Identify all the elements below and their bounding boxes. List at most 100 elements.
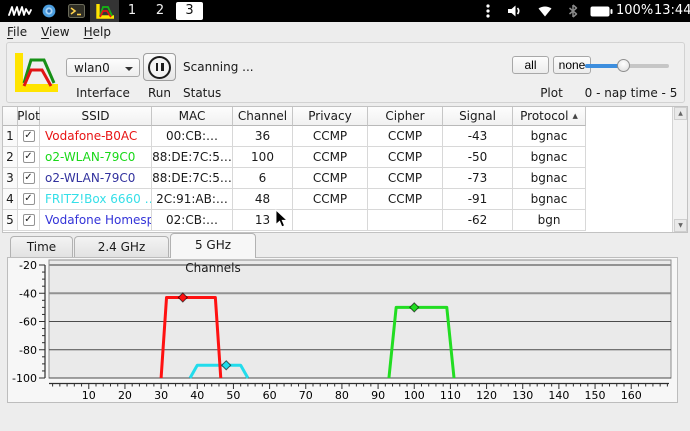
cell-signal: -50 [443,147,513,168]
pause-icon [148,55,171,79]
status-bar: 1 2 3 100% 13:44 [0,0,690,22]
cell-ssid: Vodafone Homespot [40,210,152,231]
cell-num: 4 [3,189,18,210]
cell-mac: 00:CB:… [152,126,233,147]
cell-channel: 48 [233,189,293,210]
plot-checkbox[interactable]: ✓ [22,151,35,163]
cell-plot[interactable]: ✓ [18,126,40,147]
scroll-down-button[interactable]: ▼ [674,219,687,232]
mouse-cursor [275,209,288,228]
svg-text:60: 60 [263,389,277,402]
table-grid: Plot SSID MAC Channel Privacy Cipher Signal Pro… [3,107,586,231]
cell-mac: 2C:91:AB:… [152,189,233,210]
table-row[interactable]: 1 ✓ Vodafone-B0AC 00:CB:… 36 CCMP CCMP -43 bgnac [3,126,586,147]
scroll-up-button[interactable]: ▲ [674,107,687,120]
toolbar-groupbox: wlan0 Interface Run Scanning ... Status … [6,42,685,103]
plot-all-button[interactable]: all [512,56,549,74]
svg-text:70: 70 [299,389,313,402]
header-channel[interactable]: Channel [233,107,293,126]
table-scrollbar[interactable]: ▲ ▼ [672,107,687,232]
cell-ssid: Vodafone-B0AC [40,126,152,147]
cell-plot[interactable]: ✓ [18,189,40,210]
table-row[interactable]: 5✓Vodafone Homespot02:CB:…13-62bgn [3,210,586,231]
menu-view[interactable]: View [34,22,76,42]
chevron-down-icon [125,67,133,71]
channels-plot: 10 20 30 40 50 60 70 80 90 100 110 120 130 140 150 160 -… [12,259,672,402]
wifi-icon[interactable] [538,6,552,17]
cell-plot[interactable]: ✓ [18,168,40,189]
svg-text:-80: -80 [19,344,37,357]
cell-num: 3 [3,168,18,189]
cell-channel: 100 [233,147,293,168]
run-label: Run [147,86,171,100]
cell-cipher: CCMP [368,168,443,189]
menu-help[interactable]: Help [77,22,118,42]
battery-icon[interactable] [590,6,613,17]
svg-text:130: 130 [512,389,533,402]
network-table: Plot SSID MAC Channel Privacy Cipher Signal Pro… [2,106,688,233]
svg-text:90: 90 [371,389,385,402]
cell-mac: 88:DE:7C:5… [152,168,233,189]
header-ssid[interactable]: SSID [40,107,152,126]
header-cipher[interactable]: Cipher [368,107,443,126]
plot-checkbox[interactable]: ✓ [22,172,35,184]
cell-num: 5 [3,210,18,231]
cell-ssid: o2-WLAN-79C0 [40,168,152,189]
plot-checkbox[interactable]: ✓ [22,214,35,226]
cell-channel: 6 [233,168,293,189]
workspace-2[interactable]: 2 [152,0,168,22]
browser-icon[interactable] [42,4,56,18]
workspace-1[interactable]: 1 [124,0,140,22]
header-signal[interactable]: Signal [443,107,513,126]
naptime-label: 0 - nap time - 5 [584,86,678,100]
header-corner [3,107,18,126]
header-protocol[interactable]: Protocol ▲ [513,107,586,126]
bluetooth-disabled-icon[interactable] [567,4,579,18]
cell-signal: -43 [443,126,513,147]
linssid-app-icon [95,3,114,19]
cell-cipher: CCMP [368,189,443,210]
nap-time-slider[interactable] [585,55,669,75]
svg-text:50: 50 [226,389,240,402]
cell-mac: 02:CB:… [152,210,233,231]
cell-mac: 88:DE:7C:5… [152,147,233,168]
table-row[interactable]: 4 ✓ FRITZ!Box 6660 … 2C:91:AB:… 48 CCMP CCMP -9… [3,189,586,210]
svg-text:100: 100 [404,389,425,402]
terminal-icon[interactable] [68,4,85,18]
tab-5ghz-channels[interactable]: 5 GHz Channels [170,233,256,275]
svg-text:140: 140 [548,389,569,402]
svg-text:160: 160 [621,389,642,402]
svg-text:120: 120 [476,389,497,402]
run-pause-button[interactable] [143,53,176,81]
cell-protocol: bgnac [513,147,586,168]
slider-handle[interactable] [617,59,630,72]
menu-file[interactable]: File [0,22,34,42]
tab-time-graph[interactable]: Time Graph [10,236,73,274]
linssid-app-tile[interactable] [90,0,119,22]
clock: 13:44 [654,3,690,18]
header-mac[interactable]: MAC [152,107,233,126]
interface-select[interactable]: wlan0 [66,58,140,77]
tab-24ghz-channels[interactable]: 2.4 GHz Channels [74,236,169,274]
table-row[interactable]: 2 ✓ o2-WLAN-79C0 88:DE:7C:5… 100 CCMP CCMP -50 b… [3,147,586,168]
volume-icon[interactable] [508,5,523,17]
cell-privacy: CCMP [293,189,368,210]
workspace-3-active[interactable]: 3 [176,2,203,20]
cell-plot[interactable]: ✓ [18,210,40,231]
cell-protocol: bgnac [513,168,586,189]
cell-privacy: CCMP [293,147,368,168]
overflow-menu-icon[interactable] [486,4,490,18]
header-privacy[interactable]: Privacy [293,107,368,126]
svg-text:10: 10 [82,389,96,402]
table-row[interactable]: 3 ✓ o2-WLAN-79C0 88:DE:7C:5… 6 CCMP CCMP -73 bgn… [3,168,586,189]
cell-privacy: CCMP [293,168,368,189]
cell-ssid: FRITZ!Box 6660 … [40,189,152,210]
cell-protocol: bgnac [513,189,586,210]
plot-checkbox[interactable]: ✓ [22,193,35,205]
battery-percent: 100% [616,3,654,18]
svg-text:30: 30 [154,389,168,402]
plot-checkbox[interactable]: ✓ [22,130,35,142]
cell-plot[interactable]: ✓ [18,147,40,168]
svg-text:40: 40 [190,389,204,402]
header-plot[interactable]: Plot [17,107,40,126]
